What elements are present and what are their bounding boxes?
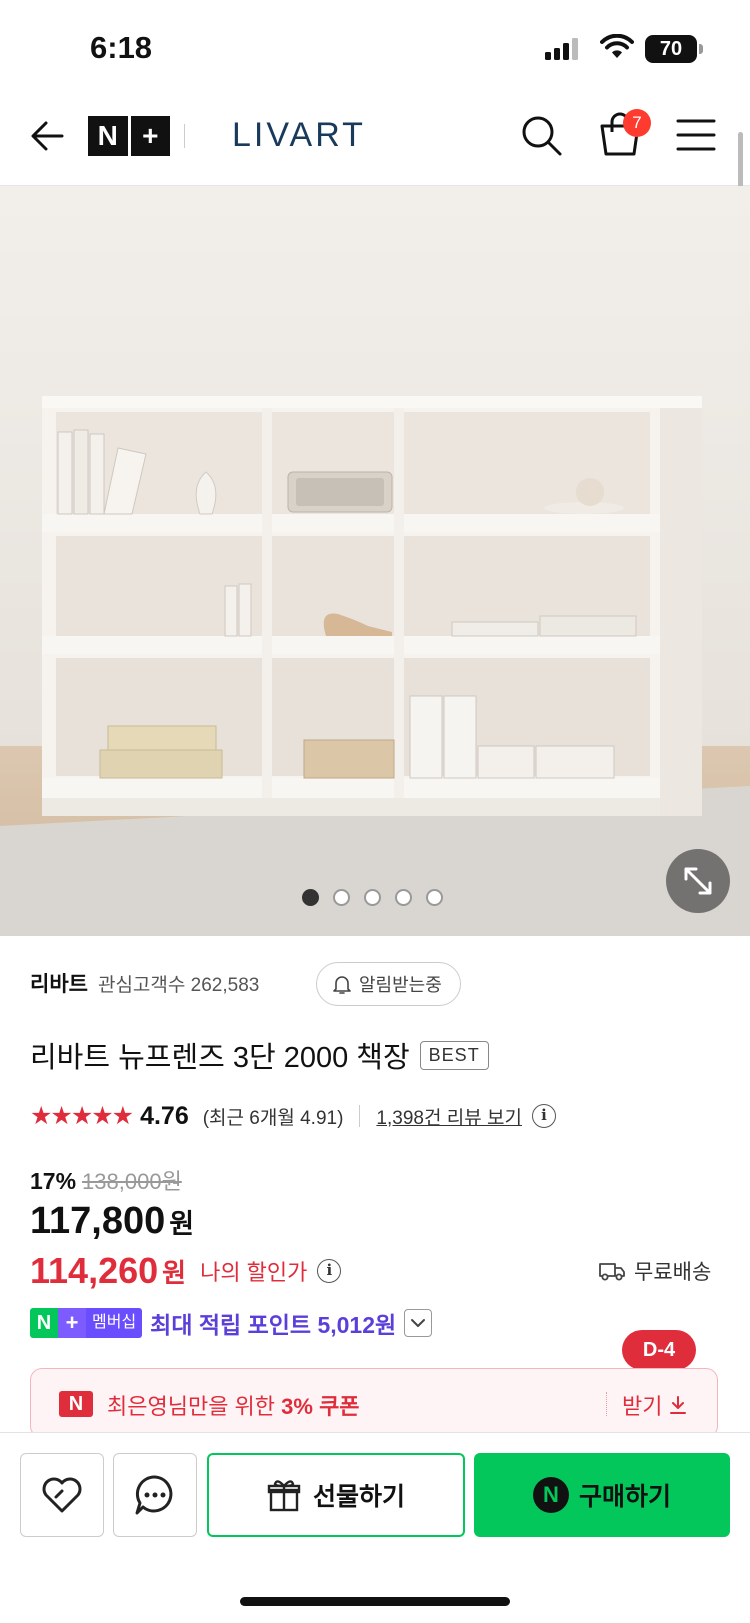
star-rating-icon: ★★★★★ [30, 1102, 134, 1130]
gallery-dot[interactable] [364, 889, 381, 906]
coupon-text-emphasis: 3% 쿠폰 [281, 1394, 360, 1419]
nplus-logo-n: N [88, 116, 128, 156]
reviews-link[interactable]: 1,398건 리뷰 보기 [376, 1103, 522, 1130]
hamburger-menu-icon[interactable] [676, 118, 716, 152]
coupon-text: 최은영님만을 위한 3% 쿠폰 [107, 1389, 360, 1421]
sale-price: 117,800 [30, 1200, 166, 1242]
buy-button-label: 구매하기 [578, 1483, 671, 1511]
notification-toggle-button[interactable]: 알림받는중 [316, 962, 461, 1006]
store-info-row: 리바트 관심고객수 262,583 [30, 960, 259, 1006]
product-image-gallery[interactable] [0, 186, 750, 936]
status-bar: 6:18 70 [0, 0, 750, 96]
membership-badge-n: N [30, 1308, 58, 1338]
my-discount-price-unit: 원 [162, 1257, 187, 1288]
sale-price-row: 117,800 원 [30, 1200, 194, 1243]
follower-count: 관심고객수 262,583 [97, 974, 260, 996]
coupon-text-prefix: 최은영님만을 위한 [107, 1394, 282, 1419]
original-price: 138,000원 [82, 1169, 182, 1194]
coupon-dday-badge: D-4 [622, 1330, 696, 1370]
membership-badge-label: 멤버십 [86, 1308, 143, 1338]
product-title: 리바트 뉴프렌즈 3단 2000 책장 [30, 1042, 410, 1074]
my-discount-price-row: 114,260 원 나의 할인가 i [30, 1250, 342, 1292]
status-time: 6:18 [90, 30, 153, 65]
header-divider [184, 124, 185, 148]
fullscreen-expand-button[interactable] [666, 849, 730, 913]
nplus-store-logo[interactable]: N + [88, 116, 170, 156]
max-points-text: 최대 적립 포인트 5,012원 [150, 1312, 397, 1338]
top-navigation: N + LIVART 7 [0, 96, 750, 186]
heart-icon [42, 1477, 82, 1513]
coupon-download-label: 받기 [622, 1394, 663, 1419]
nplus-membership-badge: N + 멤버십 [30, 1308, 143, 1338]
brand-logo[interactable]: LIVART [232, 116, 366, 155]
battery-tip [699, 44, 703, 54]
buy-button[interactable]: N 구매하기 [474, 1453, 730, 1537]
gallery-dot[interactable] [302, 889, 319, 906]
cart-count-badge: 7 [623, 109, 651, 137]
talk-chat-button[interactable] [113, 1453, 197, 1537]
rating-divider [359, 1105, 361, 1127]
rating-row: ★★★★★ 4.76 (최근 6개월 4.91) 1,398건 리뷰 보기 i [30, 1098, 556, 1134]
chat-bubble-icon [135, 1475, 173, 1515]
notification-toggle-label: 알림받는중 [359, 975, 442, 995]
store-name[interactable]: 리바트 [30, 968, 88, 998]
membership-points-row[interactable]: N + 멤버십 최대 적립 포인트 5,012원 [30, 1306, 433, 1340]
bookshelf-photo [0, 186, 750, 936]
gift-button[interactable]: 선물하기 [207, 1453, 465, 1537]
shipping-info[interactable]: 무료배송 [598, 1256, 711, 1286]
best-badge: BEST [419, 1040, 489, 1070]
wishlist-button[interactable] [20, 1453, 104, 1537]
coupon-divider [606, 1392, 607, 1416]
gallery-dot[interactable] [333, 889, 350, 906]
coupon-download-button[interactable]: 받기 [622, 1389, 688, 1421]
back-arrow-icon[interactable] [28, 116, 68, 156]
bottom-action-bar: 선물하기 N 구매하기 [0, 1432, 750, 1623]
shipping-label: 무료배송 [634, 1261, 712, 1284]
rating-score: 4.76 [140, 1101, 189, 1130]
sale-price-unit: 원 [169, 1209, 195, 1239]
naver-n-icon: N [59, 1391, 93, 1417]
discount-rate: 17% [30, 1168, 77, 1194]
rating-info-icon[interactable]: i [531, 1104, 556, 1128]
gallery-pagination [302, 889, 443, 906]
battery-indicator: 70 [645, 35, 697, 63]
chevron-down-icon [411, 1319, 426, 1327]
discount-info-icon[interactable]: i [317, 1259, 342, 1283]
expand-arrows-icon [684, 867, 712, 895]
gallery-dot[interactable] [395, 889, 412, 906]
discount-row: 17% 138,000원 [30, 1164, 182, 1196]
points-expand-button[interactable] [404, 1309, 433, 1337]
naver-pay-icon: N [532, 1477, 569, 1513]
my-discount-price: 114,260 [30, 1250, 159, 1291]
gift-box-icon [267, 1480, 301, 1512]
product-title-row: 리바트 뉴프렌즈 3단 2000 책장 BEST [30, 1034, 489, 1076]
delivery-truck-icon [599, 1263, 625, 1281]
bell-icon [333, 976, 351, 994]
search-icon[interactable] [520, 114, 564, 158]
download-icon [670, 1396, 687, 1414]
gallery-dot[interactable] [426, 889, 443, 906]
home-indicator [240, 1597, 510, 1606]
wifi-icon [600, 34, 634, 58]
membership-badge-plus: + [58, 1308, 86, 1338]
nplus-logo-plus: + [130, 116, 170, 156]
coupon-banner[interactable]: N 최은영님만을 위한 3% 쿠폰 받기 [30, 1368, 718, 1438]
gift-button-label: 선물하기 [312, 1483, 405, 1511]
my-discount-label: 나의 할인가 [200, 1260, 308, 1285]
cellular-signal-icon [545, 38, 578, 60]
recent-rating: (최근 6개월 4.91) [202, 1107, 344, 1129]
